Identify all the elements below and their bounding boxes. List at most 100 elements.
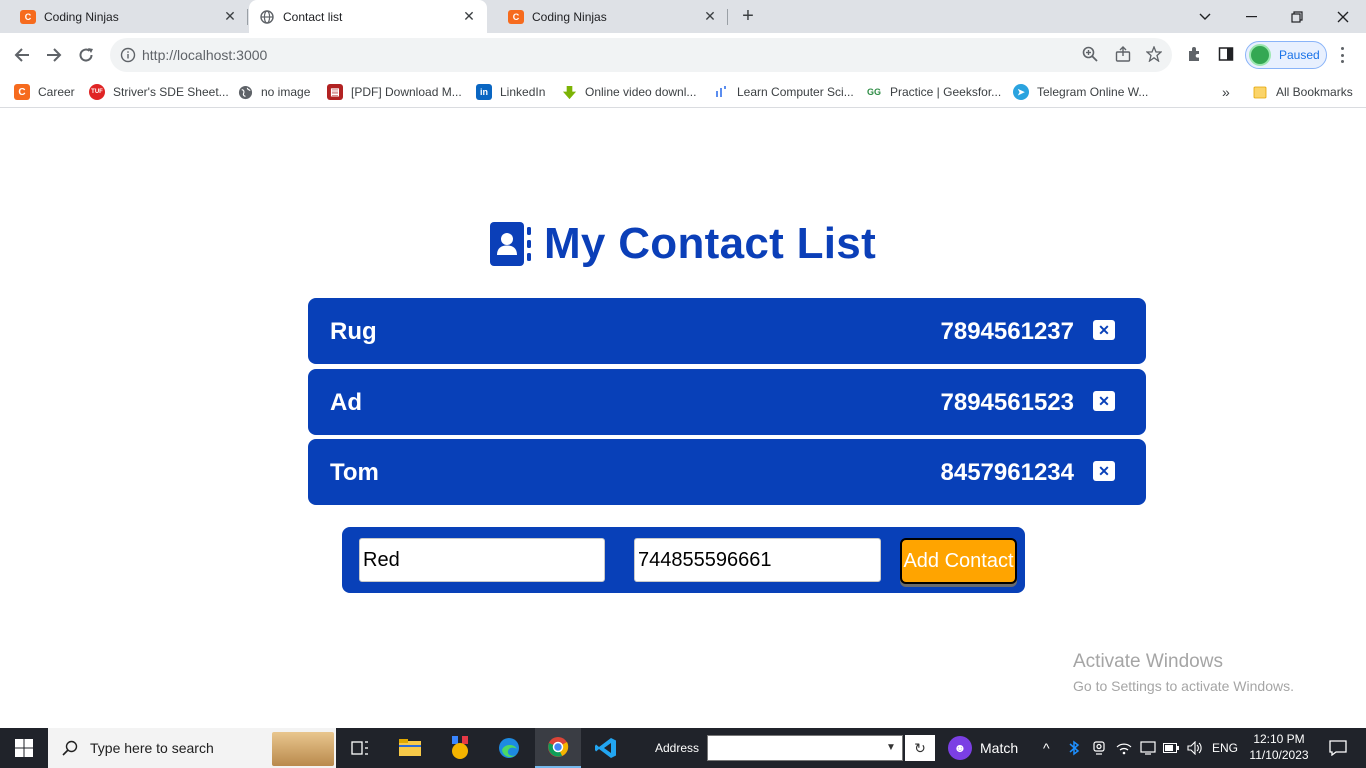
bookmarks-overflow-chevron-icon[interactable]: »	[1222, 82, 1230, 102]
search-placeholder: Type here to search	[90, 740, 214, 756]
contact-name: Tom	[330, 459, 379, 486]
window-close-icon[interactable]	[1320, 0, 1366, 33]
contact-name: Rug	[330, 318, 377, 345]
url-text[interactable]: http://localhost:3000	[142, 47, 267, 63]
extensions-puzzle-icon[interactable]	[1186, 46, 1204, 64]
pdf-icon: ▤	[327, 84, 343, 100]
file-explorer-icon[interactable]	[390, 728, 430, 768]
profile-paused-button[interactable]: Paused	[1245, 41, 1327, 69]
site-info-icon[interactable]	[120, 47, 136, 63]
name-input[interactable]	[359, 538, 605, 582]
dots-icon	[713, 84, 729, 100]
webcam-icon[interactable]	[1092, 728, 1106, 768]
wifi-icon[interactable]	[1116, 728, 1132, 768]
side-panel-icon[interactable]	[1218, 46, 1236, 64]
bookmark-star-icon[interactable]	[1145, 45, 1164, 64]
tab-title: Coding Ninjas	[44, 9, 119, 24]
bookmark-label: Career	[38, 85, 75, 99]
weather-widget[interactable]: ☻ Match	[948, 728, 1018, 768]
edge-browser-icon[interactable]	[489, 728, 529, 768]
share-icon[interactable]	[1115, 46, 1133, 64]
new-tab-plus-icon[interactable]: +	[736, 4, 760, 28]
windows-start-icon[interactable]	[0, 728, 48, 768]
delete-contact-close-icon[interactable]: ✕	[1093, 320, 1115, 340]
bookmark-label: no image	[261, 85, 311, 99]
watermark-title: Activate Windows	[1073, 651, 1223, 672]
bookmark-label: Learn Computer Sci...	[737, 85, 854, 99]
bookmarks-bar: C Career TUF Striver's SDE Sheet... no i…	[0, 77, 1366, 108]
phone-input[interactable]	[634, 538, 881, 582]
tab-contact-list[interactable]: Contact list ✕	[249, 0, 487, 33]
close-icon[interactable]: ✕	[222, 8, 238, 25]
bookmark-label: Striver's SDE Sheet...	[113, 85, 229, 99]
linkedin-icon: in	[476, 84, 492, 100]
taskbar-address-toolbar: Address ▼ ↻	[655, 728, 936, 768]
bookmark-learn-cs[interactable]: Learn Computer Sci...	[713, 82, 854, 102]
coding-ninjas-icon: C	[20, 9, 36, 25]
taskbar-refresh-icon[interactable]: ↻	[905, 735, 936, 761]
bookmark-striver[interactable]: TUF Striver's SDE Sheet...	[89, 82, 229, 102]
battery-icon[interactable]	[1163, 728, 1179, 768]
weather-label: Match	[980, 740, 1019, 756]
globe-icon	[259, 9, 275, 25]
avatar	[1249, 44, 1271, 66]
tab-coding-ninjas-1[interactable]: C Coding Ninjas ✕	[0, 0, 248, 33]
tray-chevron-up-icon[interactable]: ^	[1043, 728, 1050, 768]
back-arrow-icon[interactable]	[8, 41, 36, 69]
volume-icon[interactable]	[1187, 728, 1203, 768]
bookmark-label: Telegram Online W...	[1037, 85, 1149, 99]
notification-icon[interactable]	[1318, 728, 1358, 768]
page-heading: My Contact List	[0, 219, 1366, 269]
address-label: Address	[655, 741, 700, 755]
tuf-icon: TUF	[89, 84, 105, 100]
minimize-icon[interactable]	[1228, 0, 1274, 33]
task-view-icon[interactable]	[340, 728, 380, 768]
add-contact-button[interactable]: Add Contact	[900, 538, 1017, 584]
more-menu-icon[interactable]	[1336, 45, 1348, 65]
tab-search-chevron-icon[interactable]	[1182, 0, 1228, 33]
globe-icon	[237, 84, 253, 100]
profile-status: Paused	[1279, 48, 1320, 62]
vscode-icon[interactable]	[586, 728, 626, 768]
chevron-down-icon[interactable]: ▼	[886, 742, 896, 753]
bookmark-label: Online video downl...	[585, 85, 697, 99]
close-icon[interactable]: ✕	[461, 8, 477, 25]
bookmark-linkedin[interactable]: in LinkedIn	[476, 82, 545, 102]
telegram-icon: ➤	[1013, 84, 1029, 100]
tab-title: Contact list	[283, 9, 343, 24]
tab-title: Coding Ninjas	[532, 9, 607, 24]
address-bar[interactable]: http://localhost:3000	[110, 38, 1172, 72]
all-bookmarks-folder[interactable]: All Bookmarks	[1252, 82, 1353, 102]
bookmark-gfg[interactable]: GG Practice | Geeksfor...	[866, 82, 1001, 102]
delete-contact-close-icon[interactable]: ✕	[1093, 461, 1115, 481]
bookmark-video-download[interactable]: Online video downl...	[561, 82, 696, 102]
taskbar-clock[interactable]: 12:10 PM 11/10/2023	[1246, 731, 1312, 763]
address-book-icon	[489, 222, 532, 266]
bookmark-label: All Bookmarks	[1276, 85, 1353, 99]
restore-icon[interactable]	[1274, 0, 1320, 33]
zoom-icon[interactable]	[1082, 46, 1100, 64]
page-title: My Contact List	[543, 219, 877, 268]
activate-windows-watermark: Activate Windows Go to Settings to activ…	[1073, 651, 1294, 694]
app-badge-icon[interactable]	[440, 728, 480, 768]
forward-arrow-icon[interactable]	[40, 41, 68, 69]
delete-contact-close-icon[interactable]: ✕	[1093, 391, 1115, 411]
cricket-match-icon: ☻	[948, 736, 972, 760]
language-indicator[interactable]: ENG	[1212, 728, 1238, 768]
display-icon[interactable]	[1140, 728, 1156, 768]
chrome-taskbar-icon[interactable]	[535, 728, 581, 768]
taskbar-search-box[interactable]: Type here to search	[48, 728, 336, 768]
tab-coding-ninjas-2[interactable]: C Coding Ninjas ✕	[488, 0, 728, 33]
reload-icon[interactable]	[72, 41, 100, 69]
tab-separator	[727, 9, 728, 25]
bookmark-pdf[interactable]: ▤ [PDF] Download M...	[327, 82, 462, 102]
browser-toolbar: http://localhost:3000 Paused	[0, 33, 1366, 77]
taskbar-address-input[interactable]: ▼	[707, 735, 904, 761]
bookmark-career[interactable]: C Career	[14, 82, 75, 102]
bookmark-telegram[interactable]: ➤ Telegram Online W...	[1013, 82, 1148, 102]
folder-icon	[1252, 84, 1268, 100]
bluetooth-icon[interactable]	[1068, 728, 1080, 768]
close-icon[interactable]: ✕	[702, 8, 718, 25]
contact-row: Tom 8457961234 ✕	[308, 439, 1146, 505]
bookmark-no-image[interactable]: no image	[237, 82, 310, 102]
